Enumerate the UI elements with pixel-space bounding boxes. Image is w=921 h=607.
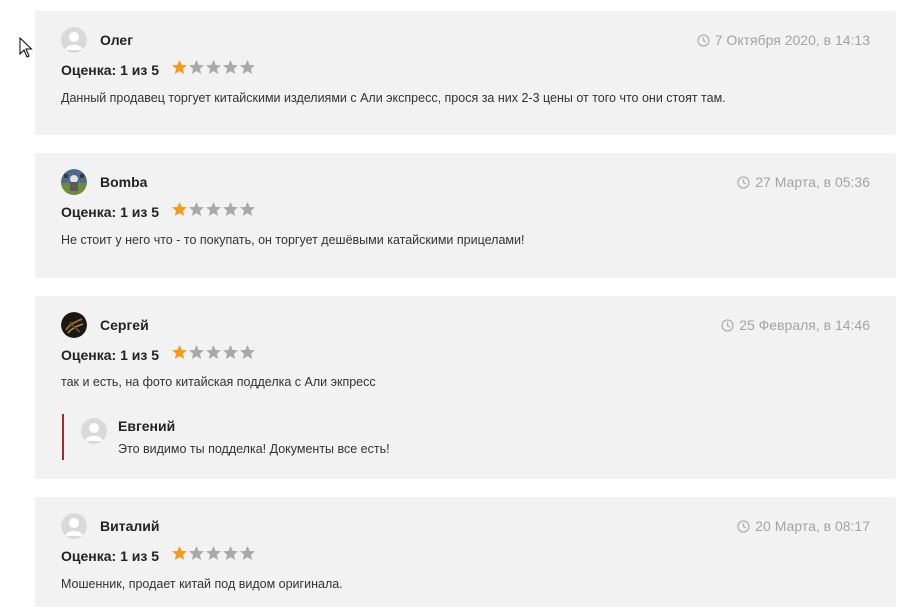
star-filled-icon xyxy=(172,202,187,216)
review-header: Виталий 20 Марта, в 08:17 xyxy=(61,513,870,539)
mouse-cursor-icon xyxy=(19,37,33,58)
review-header: Bomba 27 Марта, в 05:36 xyxy=(61,169,870,195)
clock-icon xyxy=(737,519,750,533)
review-card: Bomba 27 Марта, в 05:36 Оценка: 1 из 5 Н… xyxy=(35,153,896,278)
review-author[interactable]: Виталий xyxy=(100,518,159,534)
user-photo-avatar xyxy=(61,169,87,195)
review-reply: Евгений Это видимо ты подделка! Документ… xyxy=(62,414,564,460)
star-empty-icon xyxy=(206,202,221,216)
star-empty-icon xyxy=(240,345,255,359)
star-empty-icon xyxy=(240,546,255,560)
review-rating: Оценка: 1 из 5 xyxy=(61,202,256,222)
rating-stars xyxy=(171,545,256,567)
review-author[interactable]: Олег xyxy=(100,32,133,48)
rating-stars xyxy=(171,201,256,223)
star-empty-icon xyxy=(206,546,221,560)
clock-icon xyxy=(737,175,750,189)
review-text: Не стоит у него что - то покупать, он то… xyxy=(61,233,525,247)
reply-text: Это видимо ты подделка! Документы все ес… xyxy=(118,442,390,456)
review-text: Данный продавец торгует китайскими издел… xyxy=(61,91,726,105)
star-empty-icon xyxy=(189,60,204,74)
review-card: Олег 7 Октября 2020, в 14:13 Оценка: 1 и… xyxy=(35,11,896,135)
star-empty-icon xyxy=(223,345,238,359)
review-rating: Оценка: 1 из 5 xyxy=(61,546,256,566)
review-date: 20 Марта, в 08:17 xyxy=(737,518,870,534)
rating-label: Оценка: 1 из 5 xyxy=(61,548,159,564)
review-date-text: 27 Марта, в 05:36 xyxy=(755,174,870,190)
review-author[interactable]: Bomba xyxy=(100,174,147,190)
review-rating: Оценка: 1 из 5 xyxy=(61,345,256,365)
review-header: Олег 7 Октября 2020, в 14:13 xyxy=(61,27,870,53)
review-date: 25 Февраля, в 14:46 xyxy=(721,317,870,333)
star-empty-icon xyxy=(240,60,255,74)
user-photo-avatar xyxy=(61,312,87,338)
review-card: Виталий 20 Марта, в 08:17 Оценка: 1 из 5… xyxy=(35,497,896,607)
review-card: Сергей 25 Февраля, в 14:46 Оценка: 1 из … xyxy=(35,296,896,479)
clock-icon xyxy=(721,318,734,332)
review-header: Сергей 25 Февраля, в 14:46 xyxy=(61,312,870,338)
rating-label: Оценка: 1 из 5 xyxy=(61,62,159,78)
star-empty-icon xyxy=(189,345,204,359)
star-filled-icon xyxy=(172,60,187,74)
review-text: Мошенник, продает китай под видом оригин… xyxy=(61,577,343,591)
default-avatar-icon xyxy=(81,418,107,444)
rating-label: Оценка: 1 из 5 xyxy=(61,204,159,220)
star-empty-icon xyxy=(223,60,238,74)
review-date-text: 7 Октября 2020, в 14:13 xyxy=(714,32,870,48)
star-empty-icon xyxy=(223,202,238,216)
reply-author[interactable]: Евгений xyxy=(118,418,175,434)
rating-stars xyxy=(171,344,256,366)
review-date-text: 25 Февраля, в 14:46 xyxy=(739,317,870,333)
star-empty-icon xyxy=(223,546,238,560)
star-empty-icon xyxy=(240,202,255,216)
default-avatar-icon xyxy=(61,27,87,53)
rating-label: Оценка: 1 из 5 xyxy=(61,347,159,363)
review-date: 27 Марта, в 05:36 xyxy=(737,174,870,190)
star-empty-icon xyxy=(206,60,221,74)
star-empty-icon xyxy=(189,202,204,216)
default-avatar-icon xyxy=(61,513,87,539)
review-rating: Оценка: 1 из 5 xyxy=(61,60,256,80)
review-author[interactable]: Сергей xyxy=(100,317,149,333)
star-filled-icon xyxy=(172,546,187,560)
review-date: 7 Октября 2020, в 14:13 xyxy=(697,32,870,48)
review-date-text: 20 Марта, в 08:17 xyxy=(755,518,870,534)
review-text: так и есть, на фото китайская подделка с… xyxy=(61,375,376,389)
star-empty-icon xyxy=(189,546,204,560)
rating-stars xyxy=(171,59,256,81)
star-empty-icon xyxy=(206,345,221,359)
clock-icon xyxy=(697,33,710,47)
star-filled-icon xyxy=(172,345,187,359)
